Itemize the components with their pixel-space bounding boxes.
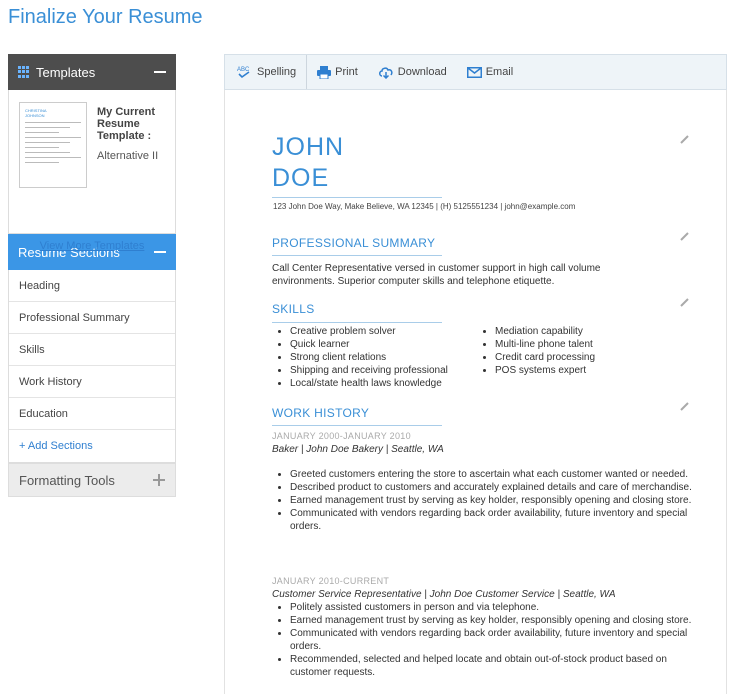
- list-item: Communicated with vendors regarding back…: [272, 507, 692, 533]
- job-dates: JANUARY 2010-CURRENT: [272, 576, 390, 586]
- skill-item: Quick learner: [272, 338, 472, 351]
- email-button[interactable]: Email: [466, 55, 524, 89]
- edit-skills-pencil-icon[interactable]: [679, 296, 691, 308]
- current-template-label: My Current Resume Template :: [97, 106, 156, 142]
- templates-panel-header[interactable]: Templates: [8, 54, 176, 90]
- formatting-tools-header[interactable]: Formatting Tools: [8, 463, 176, 497]
- section-item-heading[interactable]: Heading: [9, 270, 175, 302]
- list-item: Greeted customers entering the store to …: [272, 468, 692, 481]
- envelope-icon: [466, 66, 482, 78]
- sections-list: Heading Professional Summary Skills Work…: [8, 270, 176, 463]
- summary-section-title: PROFESSIONAL SUMMARY: [272, 236, 436, 250]
- email-label: Email: [485, 66, 514, 78]
- expand-icon[interactable]: [153, 474, 165, 486]
- list-item: Recommended, selected and helped locate …: [272, 653, 692, 679]
- skills-section-title: SKILLS: [272, 302, 315, 316]
- print-button[interactable]: Print: [317, 55, 368, 89]
- skill-item: Strong client relations: [272, 351, 472, 364]
- skill-item: Shipping and receiving professional: [272, 364, 472, 377]
- first-name: JOHN: [272, 133, 345, 161]
- section-item-education[interactable]: Education: [9, 398, 175, 430]
- summary-text: Call Center Representative versed in cus…: [272, 263, 601, 287]
- job-dates: JANUARY 2000-JANUARY 2010: [272, 431, 411, 441]
- download-label: Download: [397, 66, 447, 78]
- spelling-button[interactable]: ABC Spelling: [237, 55, 308, 89]
- list-item: Communicated with vendors regarding back…: [272, 627, 692, 653]
- resume-name[interactable]: JOHN DOE: [272, 132, 344, 194]
- edit-work-pencil-icon[interactable]: [679, 400, 691, 412]
- current-template-box: CHRISTINA JOHNSON My Current Resume Temp…: [8, 90, 176, 252]
- collapse-icon[interactable]: [154, 71, 166, 73]
- section-item-professional-summary[interactable]: Professional Summary: [9, 302, 175, 334]
- contact-line: 123 John Doe Way, Make Believe, WA 12345…: [273, 202, 576, 211]
- list-item: Politely assisted customers in person an…: [272, 601, 692, 614]
- cloud-download-icon: [378, 66, 393, 79]
- thumb-name-last: JOHNSON: [25, 113, 45, 118]
- skill-item: POS systems expert: [477, 364, 677, 377]
- grid-icon: [18, 66, 30, 78]
- section-item-skills[interactable]: Skills: [9, 334, 175, 366]
- work-history-section-title: WORK HISTORY: [272, 406, 370, 420]
- add-sections-link[interactable]: + Add Sections: [9, 430, 175, 462]
- list-item: Described product to customers and accur…: [272, 481, 692, 494]
- job-role: Baker | John Doe Bakery | Seattle, WA: [272, 444, 444, 455]
- spellcheck-icon: ABC: [237, 67, 250, 79]
- skill-item: Credit card processing: [477, 351, 677, 364]
- download-button[interactable]: Download: [378, 55, 457, 89]
- printer-icon: [317, 65, 332, 79]
- list-item: Earned management trust by serving as ke…: [272, 494, 692, 507]
- list-item: Earned management trust by serving as ke…: [272, 614, 692, 627]
- edit-summary-pencil-icon[interactable]: [679, 230, 691, 242]
- skill-item: Creative problem solver: [272, 325, 472, 338]
- skill-item: Multi-line phone talent: [477, 338, 677, 351]
- skill-item: Mediation capability: [477, 325, 677, 338]
- last-name: DOE: [272, 164, 330, 192]
- skills-list-left: Creative problem solver Quick learner St…: [272, 325, 472, 390]
- skills-list-right: Mediation capability Multi-line phone ta…: [477, 325, 677, 377]
- view-more-templates-link[interactable]: View More Templates: [9, 240, 175, 252]
- formatting-tools-title: Formatting Tools: [19, 472, 115, 488]
- job-bullets: Greeted customers entering the store to …: [272, 468, 692, 533]
- page-title: Finalize Your Resume: [8, 6, 203, 28]
- templates-panel-title: Templates: [36, 64, 96, 80]
- sidebar: Templates CHRISTINA JOHNSON My Current R…: [8, 54, 176, 497]
- template-thumbnail[interactable]: CHRISTINA JOHNSON: [19, 102, 87, 188]
- current-template-variant: Alternative II: [97, 150, 159, 162]
- edit-heading-pencil-icon[interactable]: [679, 133, 691, 145]
- job-role: Customer Service Representative | John D…: [272, 589, 616, 600]
- section-item-work-history[interactable]: Work History: [9, 366, 175, 398]
- resume-toolbar: ABC Spelling Print Download Email: [224, 54, 727, 90]
- skill-item: Local/state health laws knowledge: [272, 377, 472, 390]
- resume-preview: JOHN DOE 123 John Doe Way, Make Believe,…: [224, 90, 727, 694]
- print-label: Print: [335, 66, 358, 78]
- spelling-label: Spelling: [257, 66, 297, 78]
- job-bullets: Politely assisted customers in person an…: [272, 601, 692, 679]
